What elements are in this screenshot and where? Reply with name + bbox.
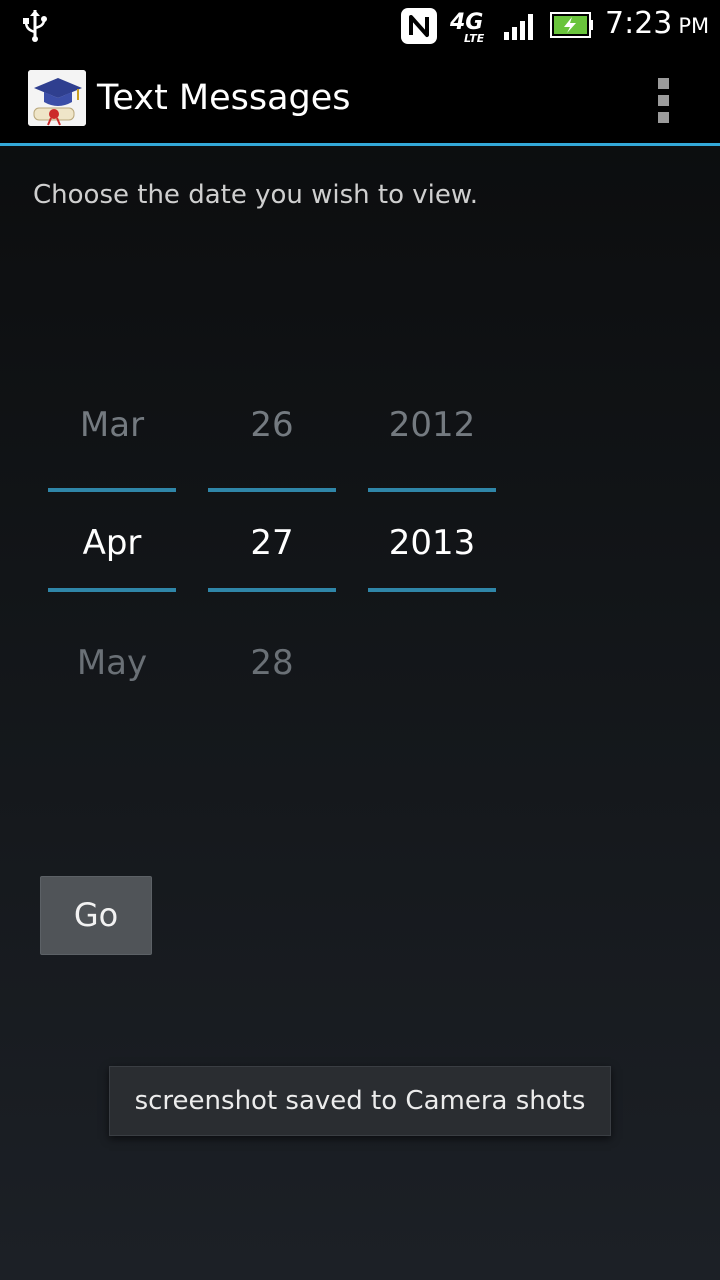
clock-ampm: PM — [678, 14, 710, 38]
year-current[interactable]: 2013 — [368, 503, 496, 583]
battery-charging-icon — [550, 12, 593, 38]
month-next[interactable]: May — [48, 623, 176, 703]
day-current[interactable]: 27 — [208, 503, 336, 583]
month-divider-top — [48, 488, 176, 492]
year-prev[interactable]: 2012 — [368, 385, 496, 465]
app-title: Text Messages — [97, 78, 351, 118]
month-divider-bottom — [48, 588, 176, 592]
graduation-cap-diploma-icon[interactable] — [28, 70, 86, 126]
nfc-icon — [401, 8, 437, 44]
go-button[interactable]: Go — [40, 876, 152, 955]
month-prev[interactable]: Mar — [48, 385, 176, 465]
status-bar: 4G LTE 7:23 PM — [0, 0, 720, 50]
day-prev[interactable]: 26 — [208, 385, 336, 465]
month-current[interactable]: Apr — [48, 503, 176, 583]
year-next[interactable] — [368, 623, 496, 703]
day-divider-top — [208, 488, 336, 492]
day-divider-bottom — [208, 588, 336, 592]
network-sublabel: LTE — [464, 32, 485, 45]
year-picker[interactable]: 2012 2013 — [368, 385, 496, 705]
action-bar: Text Messages — [0, 50, 720, 146]
usb-icon — [23, 10, 47, 42]
month-picker[interactable]: Mar Apr May — [48, 385, 176, 705]
overflow-menu-icon[interactable] — [646, 72, 682, 128]
day-next[interactable]: 28 — [208, 623, 336, 703]
year-divider-bottom — [368, 588, 496, 592]
year-divider-top — [368, 488, 496, 492]
toast-message: screenshot saved to Camera shots — [109, 1066, 611, 1136]
signal-icon — [504, 14, 533, 40]
network-type-icon: 4G LTE — [450, 10, 490, 45]
clock-time: 7:23 — [605, 6, 673, 41]
prompt-text: Choose the date you wish to view. — [33, 180, 479, 210]
clock: 7:23 PM — [605, 6, 709, 46]
day-picker[interactable]: 26 27 28 — [208, 385, 336, 705]
